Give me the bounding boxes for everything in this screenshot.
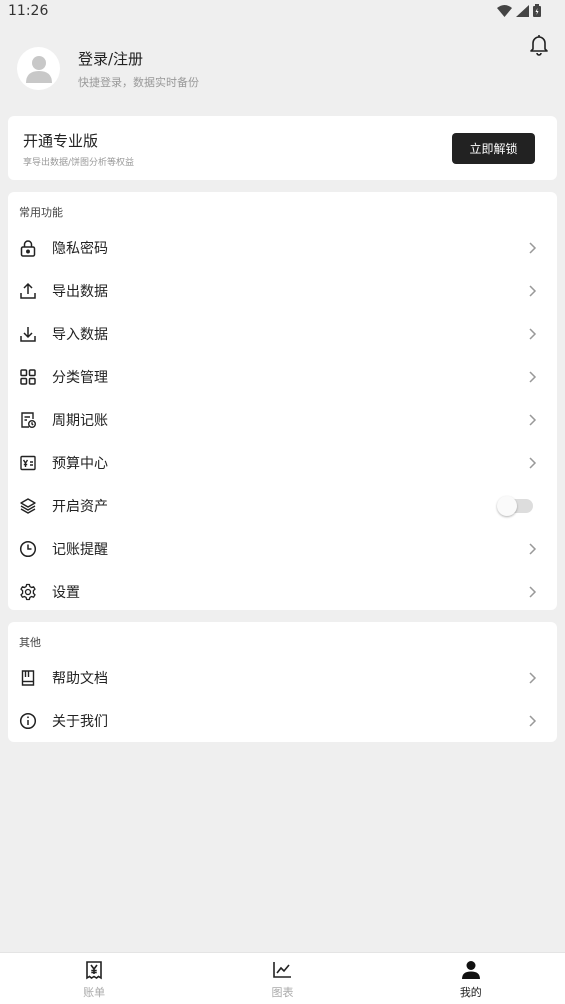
- chevron-right-icon: [529, 456, 537, 469]
- menu-label: 导出数据: [52, 283, 108, 300]
- user-placeholder-icon: [25, 55, 52, 83]
- menu-label: 隐私密码: [52, 240, 108, 257]
- menu-item-recurring-bookkeeping[interactable]: 周期记账: [8, 398, 557, 441]
- avatar[interactable]: [17, 47, 60, 90]
- info-icon: [19, 712, 37, 730]
- chevron-right-icon: [529, 413, 537, 426]
- menu-item-help-docs[interactable]: 帮助文档: [8, 656, 557, 699]
- other-menu-list: 帮助文档 关于我们: [8, 656, 557, 742]
- nav-label: 账单: [83, 986, 106, 999]
- menu-label: 导入数据: [52, 326, 108, 343]
- gear-icon: [19, 583, 37, 601]
- upload-icon: [19, 282, 37, 300]
- chart-icon: [272, 960, 292, 980]
- menu-label: 周期记账: [52, 412, 108, 429]
- chevron-right-icon: [529, 327, 537, 340]
- book-icon: [19, 669, 37, 687]
- menu-item-category-management[interactable]: 分类管理: [8, 355, 557, 398]
- clock-icon: [19, 540, 37, 558]
- nav-label: 图表: [271, 986, 294, 999]
- login-subtitle: 快捷登录，数据实时备份: [78, 75, 199, 89]
- chevron-right-icon: [529, 284, 537, 297]
- wifi-icon: [497, 4, 512, 17]
- status-icons: [497, 4, 541, 17]
- unlock-button[interactable]: 立即解锁: [452, 133, 535, 164]
- section-title: 其他: [19, 636, 41, 649]
- menu-item-import-data[interactable]: 导入数据: [8, 312, 557, 355]
- menu-label: 预算中心: [52, 455, 108, 472]
- nav-label: 我的: [459, 986, 482, 999]
- nav-tab-charts[interactable]: 图表: [188, 953, 376, 1004]
- common-menu-list: 隐私密码 导出数据 导入数据 分类管理 周期记账 预算中心 开启资产 记账提醒 …: [8, 226, 557, 613]
- status-time: 11:26: [8, 3, 49, 19]
- menu-item-about-us[interactable]: 关于我们: [8, 699, 557, 742]
- budget-icon: [19, 454, 37, 472]
- chevron-right-icon: [529, 714, 537, 727]
- chevron-right-icon: [529, 542, 537, 555]
- layers-icon: [19, 497, 37, 515]
- other-card: 其他 帮助文档 关于我们: [8, 622, 557, 742]
- section-title: 常用功能: [19, 206, 63, 219]
- battery-icon: [533, 4, 541, 17]
- lock-icon: [19, 239, 37, 257]
- menu-label: 记账提醒: [52, 541, 108, 558]
- assets-toggle[interactable]: [497, 495, 533, 516]
- chevron-right-icon: [529, 370, 537, 383]
- download-icon: [19, 325, 37, 343]
- login-register-label[interactable]: 登录/注册: [78, 48, 199, 69]
- menu-item-privacy-password[interactable]: 隐私密码: [8, 226, 557, 269]
- toggle-knob: [497, 495, 517, 516]
- bottom-nav: 账单 图表 我的: [0, 952, 565, 1004]
- menu-item-export-data[interactable]: 导出数据: [8, 269, 557, 312]
- pro-upgrade-card: 开通专业版 享导出数据/饼图分析等权益 立即解锁: [8, 116, 557, 180]
- pro-subtitle: 享导出数据/饼图分析等权益: [23, 158, 135, 168]
- signal-icon: [516, 4, 529, 17]
- nav-tab-mine[interactable]: 我的: [377, 953, 565, 1004]
- person-icon: [461, 960, 481, 980]
- menu-item-budget-center[interactable]: 预算中心: [8, 441, 557, 484]
- recurring-icon: [19, 411, 37, 429]
- bill-icon: [84, 960, 104, 980]
- bell-icon[interactable]: [527, 32, 551, 56]
- profile-header[interactable]: 登录/注册 快捷登录，数据实时备份: [17, 47, 199, 90]
- grid-icon: [19, 368, 37, 386]
- menu-label: 关于我们: [52, 713, 108, 730]
- menu-item-settings[interactable]: 设置: [8, 570, 557, 613]
- menu-item-bookkeeping-reminder[interactable]: 记账提醒: [8, 527, 557, 570]
- status-bar: 11:26: [0, 0, 565, 24]
- chevron-right-icon: [529, 585, 537, 598]
- menu-label: 设置: [52, 584, 80, 601]
- chevron-right-icon: [529, 671, 537, 684]
- common-functions-card: 常用功能 隐私密码 导出数据 导入数据 分类管理 周期记账 预算中心 开启资产 …: [8, 192, 557, 610]
- menu-label: 分类管理: [52, 369, 108, 386]
- chevron-right-icon: [529, 241, 537, 254]
- menu-label: 开启资产: [52, 498, 108, 515]
- menu-label: 帮助文档: [52, 670, 108, 687]
- menu-item-enable-assets: 开启资产: [8, 484, 557, 527]
- pro-title: 开通专业版: [23, 132, 99, 150]
- nav-tab-bills[interactable]: 账单: [0, 953, 188, 1004]
